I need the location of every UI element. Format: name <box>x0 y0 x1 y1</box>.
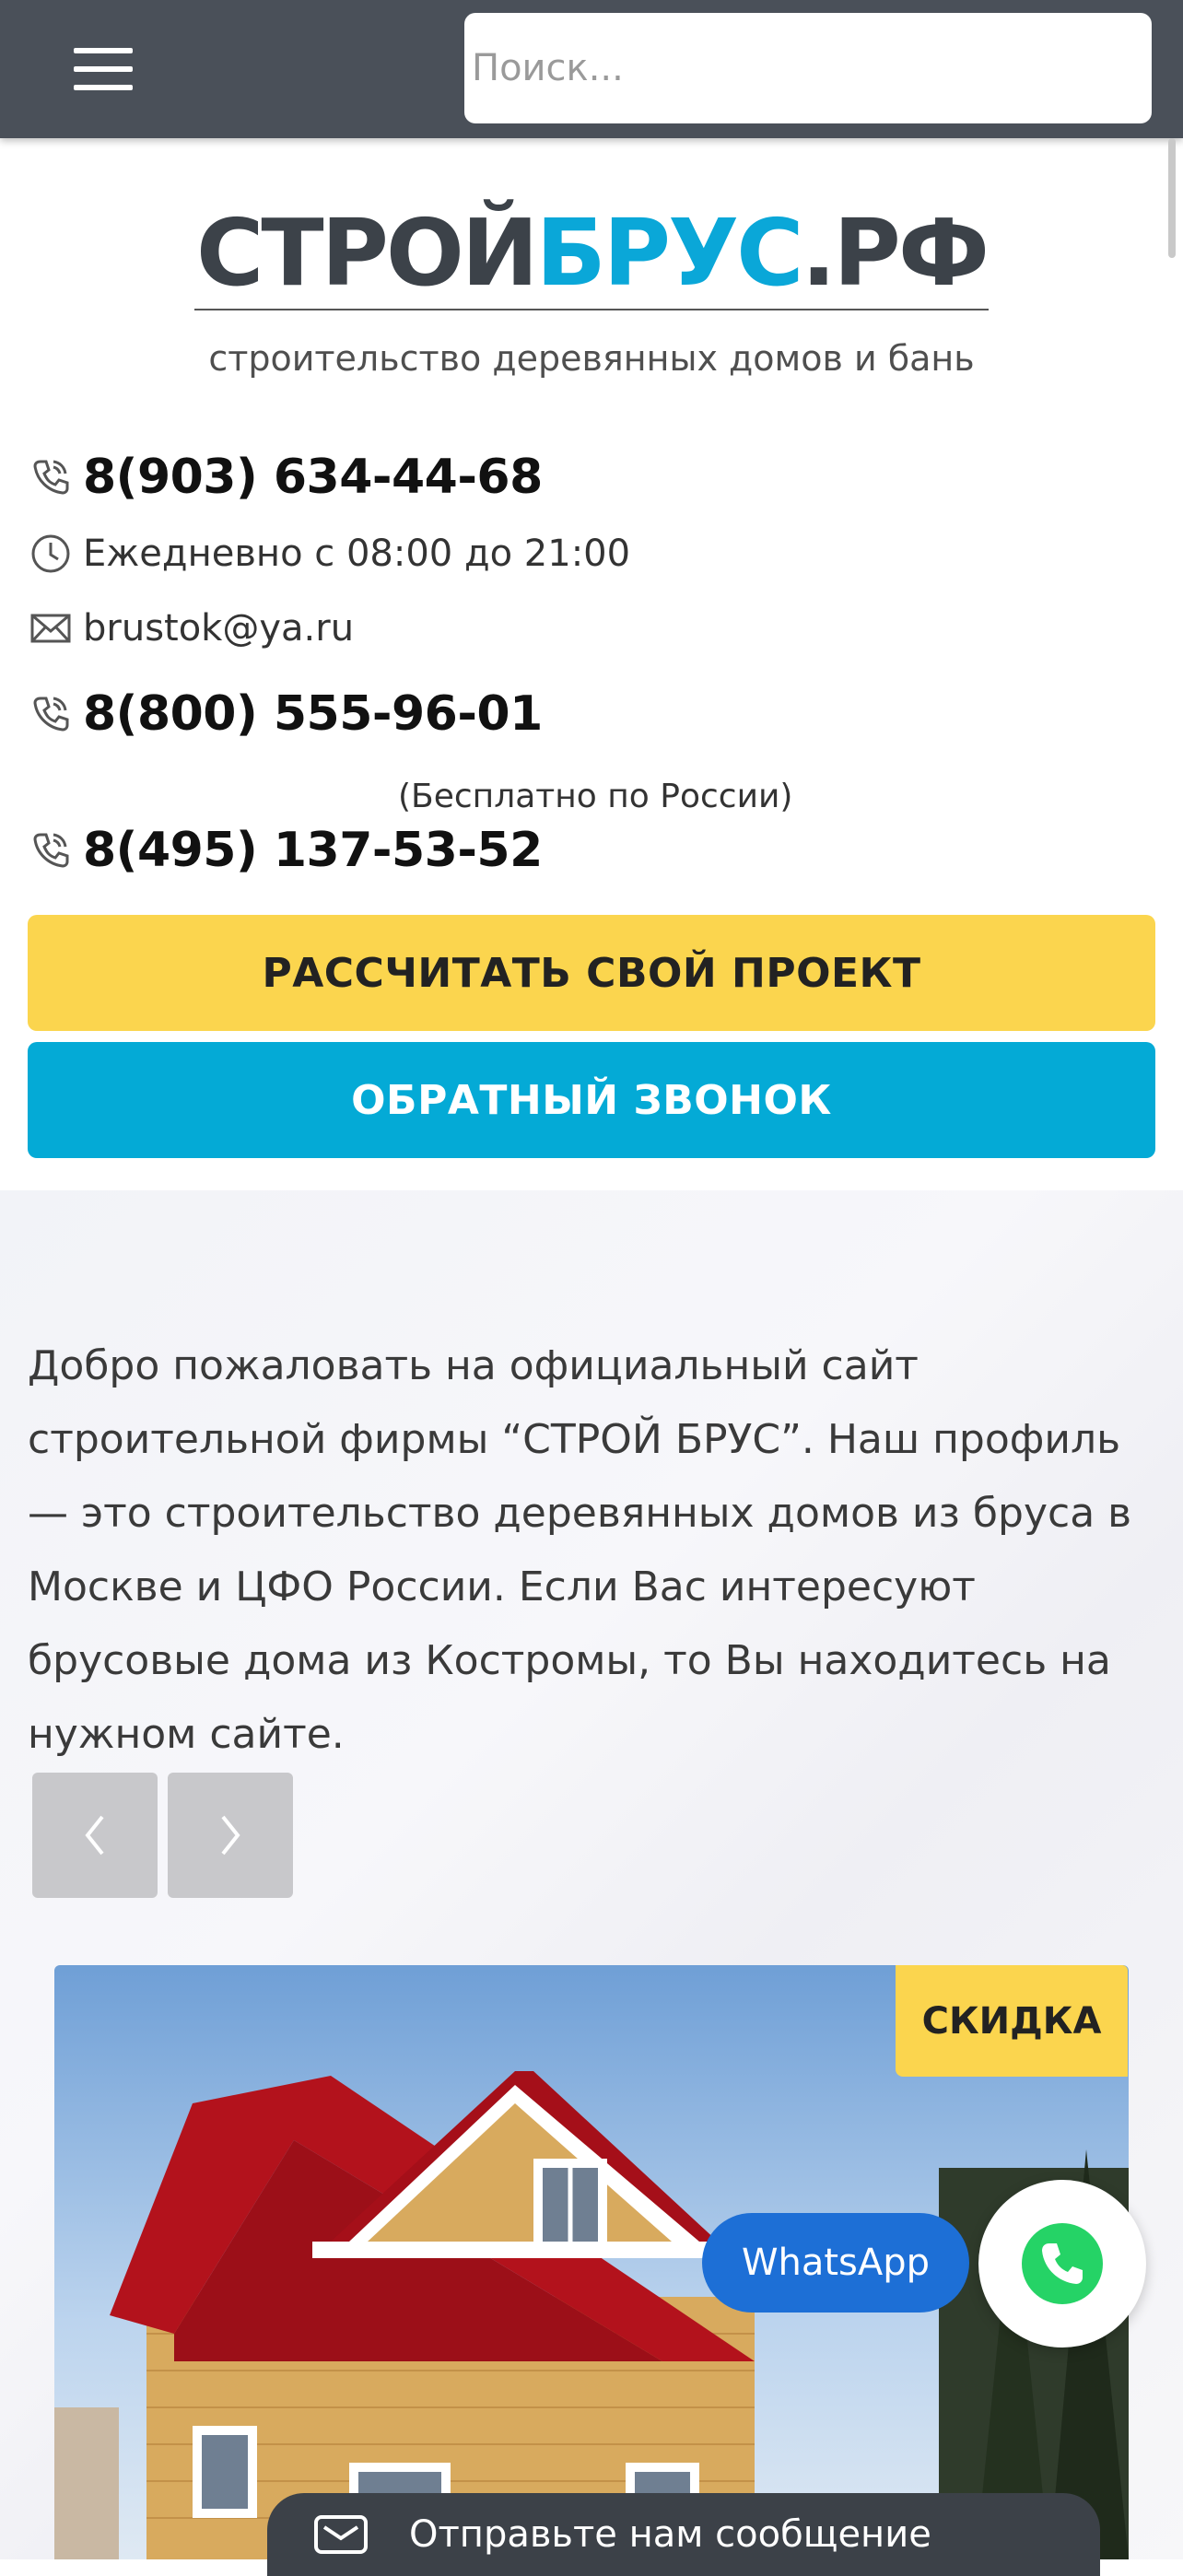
logo-part-3: .РФ <box>801 199 990 307</box>
discount-badge: СКИДКА <box>896 1965 1128 2077</box>
slider-next-button[interactable] <box>168 1773 293 1898</box>
chevron-left-icon <box>85 1815 104 1856</box>
email-row[interactable]: brustok@ya.ru <box>28 605 354 651</box>
message-widget-label: Отправьте нам сообщение <box>409 2513 931 2556</box>
phone-icon <box>33 460 69 495</box>
logo[interactable]: СТРОЙБРУС.РФ <box>0 198 1183 310</box>
phone-note: (Бесплатно по России) <box>398 778 793 815</box>
calculate-project-button[interactable]: РАССЧИТАТЬ СВОЙ ПРОЕКТ <box>28 915 1155 1031</box>
whatsapp-label-pill[interactable]: WhatsApp <box>702 2213 969 2313</box>
menu-icon[interactable] <box>74 48 135 90</box>
clock-icon <box>31 534 70 573</box>
search-input[interactable] <box>464 13 1152 123</box>
callback-button[interactable]: ОБРАТНЫЙ ЗВОНОК <box>28 1042 1155 1158</box>
phone-row-2[interactable]: 8(800) 555-96-01 <box>28 686 543 742</box>
logo-part-2: БРУС <box>535 199 804 307</box>
phone-number-1[interactable]: 8(903) 634-44-68 <box>83 450 543 505</box>
phone-row-3[interactable]: 8(495) 137-53-52 <box>28 823 543 878</box>
envelope-icon <box>314 2515 368 2554</box>
phone-icon <box>33 697 69 732</box>
logo-part-1: СТРОЙ <box>195 199 539 307</box>
phone-icon <box>33 833 69 868</box>
chevron-right-icon <box>221 1815 240 1856</box>
message-widget-bar[interactable]: Отправьте нам сообщение <box>267 2493 1100 2576</box>
hours-row: Ежедневно с 08:00 до 21:00 <box>28 531 630 577</box>
whatsapp-button[interactable] <box>978 2180 1146 2348</box>
logo-tagline: строительство деревянных домов и бань <box>208 338 975 379</box>
phone-number-3[interactable]: 8(495) 137-53-52 <box>83 823 543 878</box>
phone-number-2[interactable]: 8(800) 555-96-01 <box>83 686 543 742</box>
top-bar <box>0 0 1183 138</box>
email-link[interactable]: brustok@ya.ru <box>83 607 354 650</box>
slider-prev-button[interactable] <box>32 1773 158 1898</box>
email-icon <box>30 614 71 643</box>
working-hours: Ежедневно с 08:00 до 21:00 <box>83 533 631 575</box>
welcome-text: Добро пожаловать на официальный сайт стр… <box>28 1342 1132 1758</box>
phone-row-1[interactable]: 8(903) 634-44-68 <box>28 450 543 505</box>
whatsapp-icon <box>1022 2223 1103 2304</box>
